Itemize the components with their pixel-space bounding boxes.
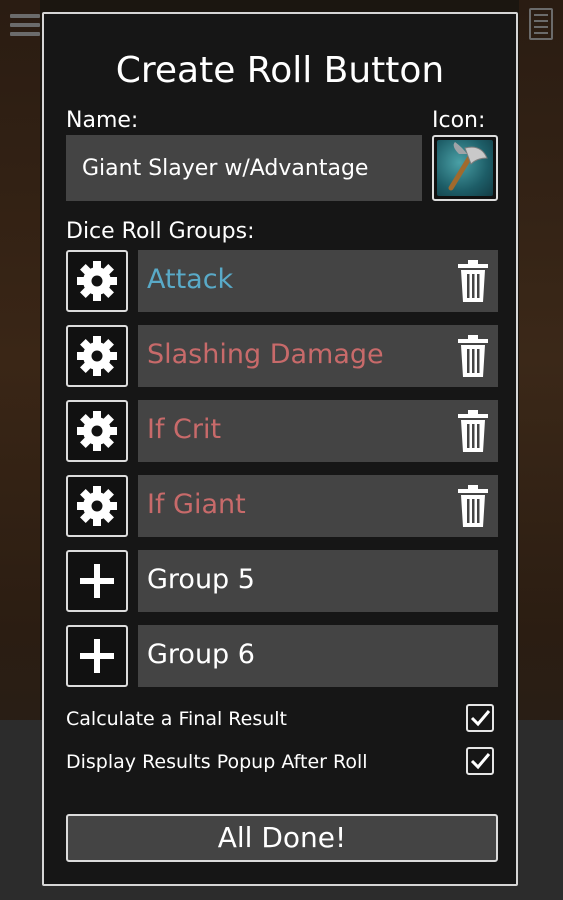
icon-picker-button[interactable]	[432, 135, 498, 201]
battle-axe-icon	[437, 140, 493, 196]
group-row: Slashing Damage	[66, 325, 498, 389]
group-bar[interactable]: Group 5	[138, 550, 498, 612]
plus-icon	[80, 639, 114, 673]
gear-icon	[77, 411, 117, 451]
group-name: Group 5	[147, 564, 255, 595]
checkmark-icon	[470, 710, 491, 727]
name-field[interactable]	[66, 135, 422, 201]
group-bar[interactable]: If Giant	[138, 475, 498, 537]
menu-icon[interactable]	[10, 14, 40, 36]
group-settings-button[interactable]	[66, 250, 128, 312]
gear-icon	[77, 261, 117, 301]
trash-icon[interactable]	[456, 334, 490, 378]
group-bar[interactable]: Slashing Damage	[138, 325, 498, 387]
group-name: Attack	[147, 264, 234, 295]
group-settings-button[interactable]	[66, 325, 128, 387]
dice-roll-groups-label: Dice Roll Groups:	[66, 219, 255, 244]
dialog-title: Create Roll Button	[115, 50, 445, 91]
name-label: Name:	[66, 108, 139, 133]
group-name: Group 6	[147, 639, 255, 670]
plus-icon	[80, 564, 114, 598]
gear-icon	[77, 486, 117, 526]
display-results-popup-checkbox[interactable]	[466, 747, 494, 775]
add-group-button[interactable]	[66, 625, 128, 687]
group-settings-button[interactable]	[66, 400, 128, 462]
display-results-popup-label: Display Results Popup After Roll	[66, 751, 368, 773]
group-name: If Giant	[147, 489, 246, 520]
trash-icon[interactable]	[456, 484, 490, 528]
trash-icon[interactable]	[456, 259, 490, 303]
all-done-button[interactable]: All Done!	[66, 814, 498, 862]
group-name: Slashing Damage	[147, 339, 384, 370]
add-group-button[interactable]	[66, 550, 128, 612]
calculate-final-result-checkbox[interactable]	[466, 704, 494, 732]
calculate-final-result-label: Calculate a Final Result	[66, 708, 287, 730]
group-name: If Crit	[147, 414, 222, 445]
group-bar[interactable]: Attack	[138, 250, 498, 312]
group-settings-button[interactable]	[66, 475, 128, 537]
checkmark-icon	[470, 753, 491, 770]
gear-icon	[77, 336, 117, 376]
icon-label: Icon:	[432, 108, 486, 133]
group-bar[interactable]: Group 6	[138, 625, 498, 687]
trash-icon[interactable]	[456, 409, 490, 453]
group-row: Group 6	[66, 625, 498, 689]
group-row: Attack	[66, 250, 498, 314]
group-row: Group 5	[66, 550, 498, 614]
group-bar[interactable]: If Crit	[138, 400, 498, 462]
notes-icon[interactable]	[529, 8, 553, 40]
group-row: If Crit	[66, 400, 498, 464]
group-row: If Giant	[66, 475, 498, 539]
create-roll-dialog: Create Roll Button Name: Icon: Dice Roll…	[42, 12, 518, 886]
